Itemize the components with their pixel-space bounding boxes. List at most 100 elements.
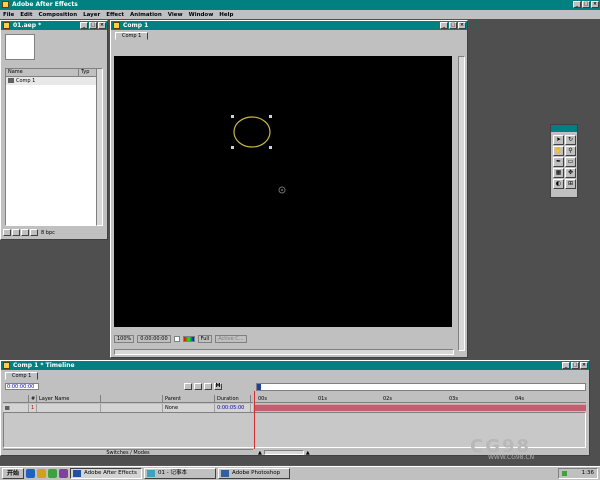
comp-vertical-scrollbar[interactable] (458, 56, 465, 351)
mask-icon[interactable]: ▭ (565, 157, 576, 167)
timeline-current-time[interactable]: 0:00:00:00 (5, 383, 39, 390)
desktop-icon[interactable] (48, 469, 58, 478)
column-parent[interactable]: Parent (163, 395, 215, 402)
layer-parent-select[interactable]: None (163, 404, 215, 412)
minimize-button[interactable]: _ (573, 1, 581, 8)
pen-icon[interactable]: ✒ (553, 157, 564, 167)
timeline-layer-row[interactable]: 1 None 0:00:05:00 (3, 404, 253, 412)
column-number[interactable]: # (29, 395, 37, 402)
switches-modes-toggle[interactable]: Switches / Modes (3, 449, 253, 456)
av-switches[interactable] (3, 404, 29, 412)
eye-icon[interactable] (5, 406, 10, 410)
hand-icon[interactable]: ✋ (553, 146, 564, 156)
layer-switches[interactable] (101, 404, 163, 412)
pan-icon[interactable]: ✥ (565, 168, 576, 178)
draft-3d-icon[interactable] (194, 383, 202, 390)
menu-edit[interactable]: Edit (20, 12, 32, 18)
timeline-close-button[interactable]: × (580, 362, 588, 369)
handle-bottom-right[interactable] (269, 146, 272, 149)
bit-depth-label[interactable]: 8 bpc (41, 230, 55, 236)
timeline-icon (3, 362, 10, 369)
column-type[interactable]: Typ (79, 69, 97, 76)
snapshot-icon[interactable] (173, 336, 180, 342)
interpret-footage-icon[interactable] (3, 229, 11, 236)
project-icon (3, 22, 10, 29)
start-button[interactable]: 开始 (2, 468, 25, 479)
comp-maximize-button[interactable]: □ (449, 22, 457, 29)
project-title-bar[interactable]: 01.aep * _ □ × (1, 21, 107, 30)
zoom-in-icon[interactable]: ▲ (306, 450, 310, 456)
canvas-overlay (231, 115, 286, 194)
comp-minimize-button[interactable]: _ (440, 22, 448, 29)
ellipse-shape[interactable] (233, 116, 271, 148)
text-icon[interactable]: ▦ (553, 168, 564, 178)
channel-icon[interactable] (182, 336, 195, 342)
project-minimize-button[interactable]: _ (80, 22, 88, 29)
column-duration[interactable]: Duration (215, 395, 251, 402)
zoom-out-icon[interactable]: ▲ (258, 450, 262, 456)
trash-icon[interactable] (30, 229, 38, 236)
arrow-icon[interactable]: ➤ (553, 135, 564, 145)
new-comp-icon[interactable] (21, 229, 29, 236)
menu-effect[interactable]: Effect (106, 12, 124, 18)
network-icon[interactable] (562, 471, 567, 476)
track-icon[interactable]: ⊞ (565, 179, 576, 189)
graph-editor-icon[interactable]: M (214, 383, 222, 390)
zoom-slider[interactable] (263, 450, 304, 455)
project-scrollbar[interactable] (96, 68, 103, 226)
comp-horizontal-scrollbar[interactable] (114, 349, 454, 355)
timeline-maximize-button[interactable]: □ (571, 362, 579, 369)
project-thumbnail (5, 34, 35, 60)
menu-help[interactable]: Help (219, 12, 233, 18)
project-maximize-button[interactable]: □ (89, 22, 97, 29)
ie-icon[interactable] (26, 469, 36, 478)
navigator-start-handle[interactable] (257, 384, 261, 390)
timeline-tab[interactable]: Comp 1 (5, 372, 39, 380)
channels-icon[interactable] (59, 469, 69, 478)
column-layer-name[interactable]: Layer Name (37, 395, 101, 402)
zoom-select[interactable]: 100% (114, 335, 135, 343)
task-notepad[interactable]: 01 - 记事本 (144, 468, 217, 479)
task-photoshop[interactable]: Adobe Photoshop (218, 468, 291, 479)
current-time-indicator[interactable] (254, 391, 255, 449)
handle-top-left[interactable] (231, 115, 234, 118)
outlook-icon[interactable] (37, 469, 47, 478)
comp-timecode[interactable]: 0:00:00:00 (137, 335, 171, 343)
layer-duration-bar[interactable] (254, 404, 586, 411)
zoom-icon[interactable]: ⚲ (565, 146, 576, 156)
menu-layer[interactable]: Layer (83, 12, 100, 18)
camera-select[interactable]: Active C... (215, 335, 247, 343)
task-after-effects[interactable]: Adobe After Effects (70, 468, 143, 479)
menu-window[interactable]: Window (189, 12, 214, 18)
menu-composition[interactable]: Composition (38, 12, 77, 18)
comp-title-bar[interactable]: Comp 1 _ □ × (111, 21, 467, 30)
close-button[interactable]: × (591, 1, 599, 8)
after-effects-task-icon (73, 470, 82, 477)
menu-file[interactable]: File (3, 12, 14, 18)
composition-canvas[interactable] (114, 56, 452, 327)
handle-bottom-left[interactable] (231, 146, 234, 149)
time-ruler[interactable]: 00s 01s 02s 03s 04s (254, 395, 586, 403)
column-name[interactable]: Name (6, 69, 79, 76)
menu-animation[interactable]: Animation (130, 12, 162, 18)
comp-tab[interactable]: Comp 1 (115, 32, 149, 40)
time-navigator[interactable] (256, 383, 586, 391)
maximize-button[interactable]: □ (582, 1, 590, 8)
comp-close-button[interactable]: × (458, 22, 466, 29)
project-item-comp[interactable]: Comp 1 (6, 77, 97, 85)
new-folder-icon[interactable] (12, 229, 20, 236)
project-close-button[interactable]: × (98, 22, 106, 29)
rotate-icon[interactable]: ↻ (565, 135, 576, 145)
resolution-select[interactable]: Full (197, 335, 213, 343)
timeline-title-bar[interactable]: Comp 1 * Timeline _ □ × (1, 361, 589, 370)
menu-view[interactable]: View (168, 12, 183, 18)
tools-title-bar[interactable] (551, 125, 577, 132)
orbit-icon[interactable]: ◐ (553, 179, 564, 189)
motion-blur-icon[interactable] (204, 383, 212, 390)
timeline-minimize-button[interactable]: _ (562, 362, 570, 369)
live-update-icon[interactable] (184, 383, 192, 390)
handle-top-right[interactable] (269, 115, 272, 118)
clock[interactable]: 1:36 (582, 470, 594, 476)
layer-duration[interactable]: 0:00:05:00 (215, 404, 251, 412)
layer-name[interactable] (37, 404, 101, 412)
